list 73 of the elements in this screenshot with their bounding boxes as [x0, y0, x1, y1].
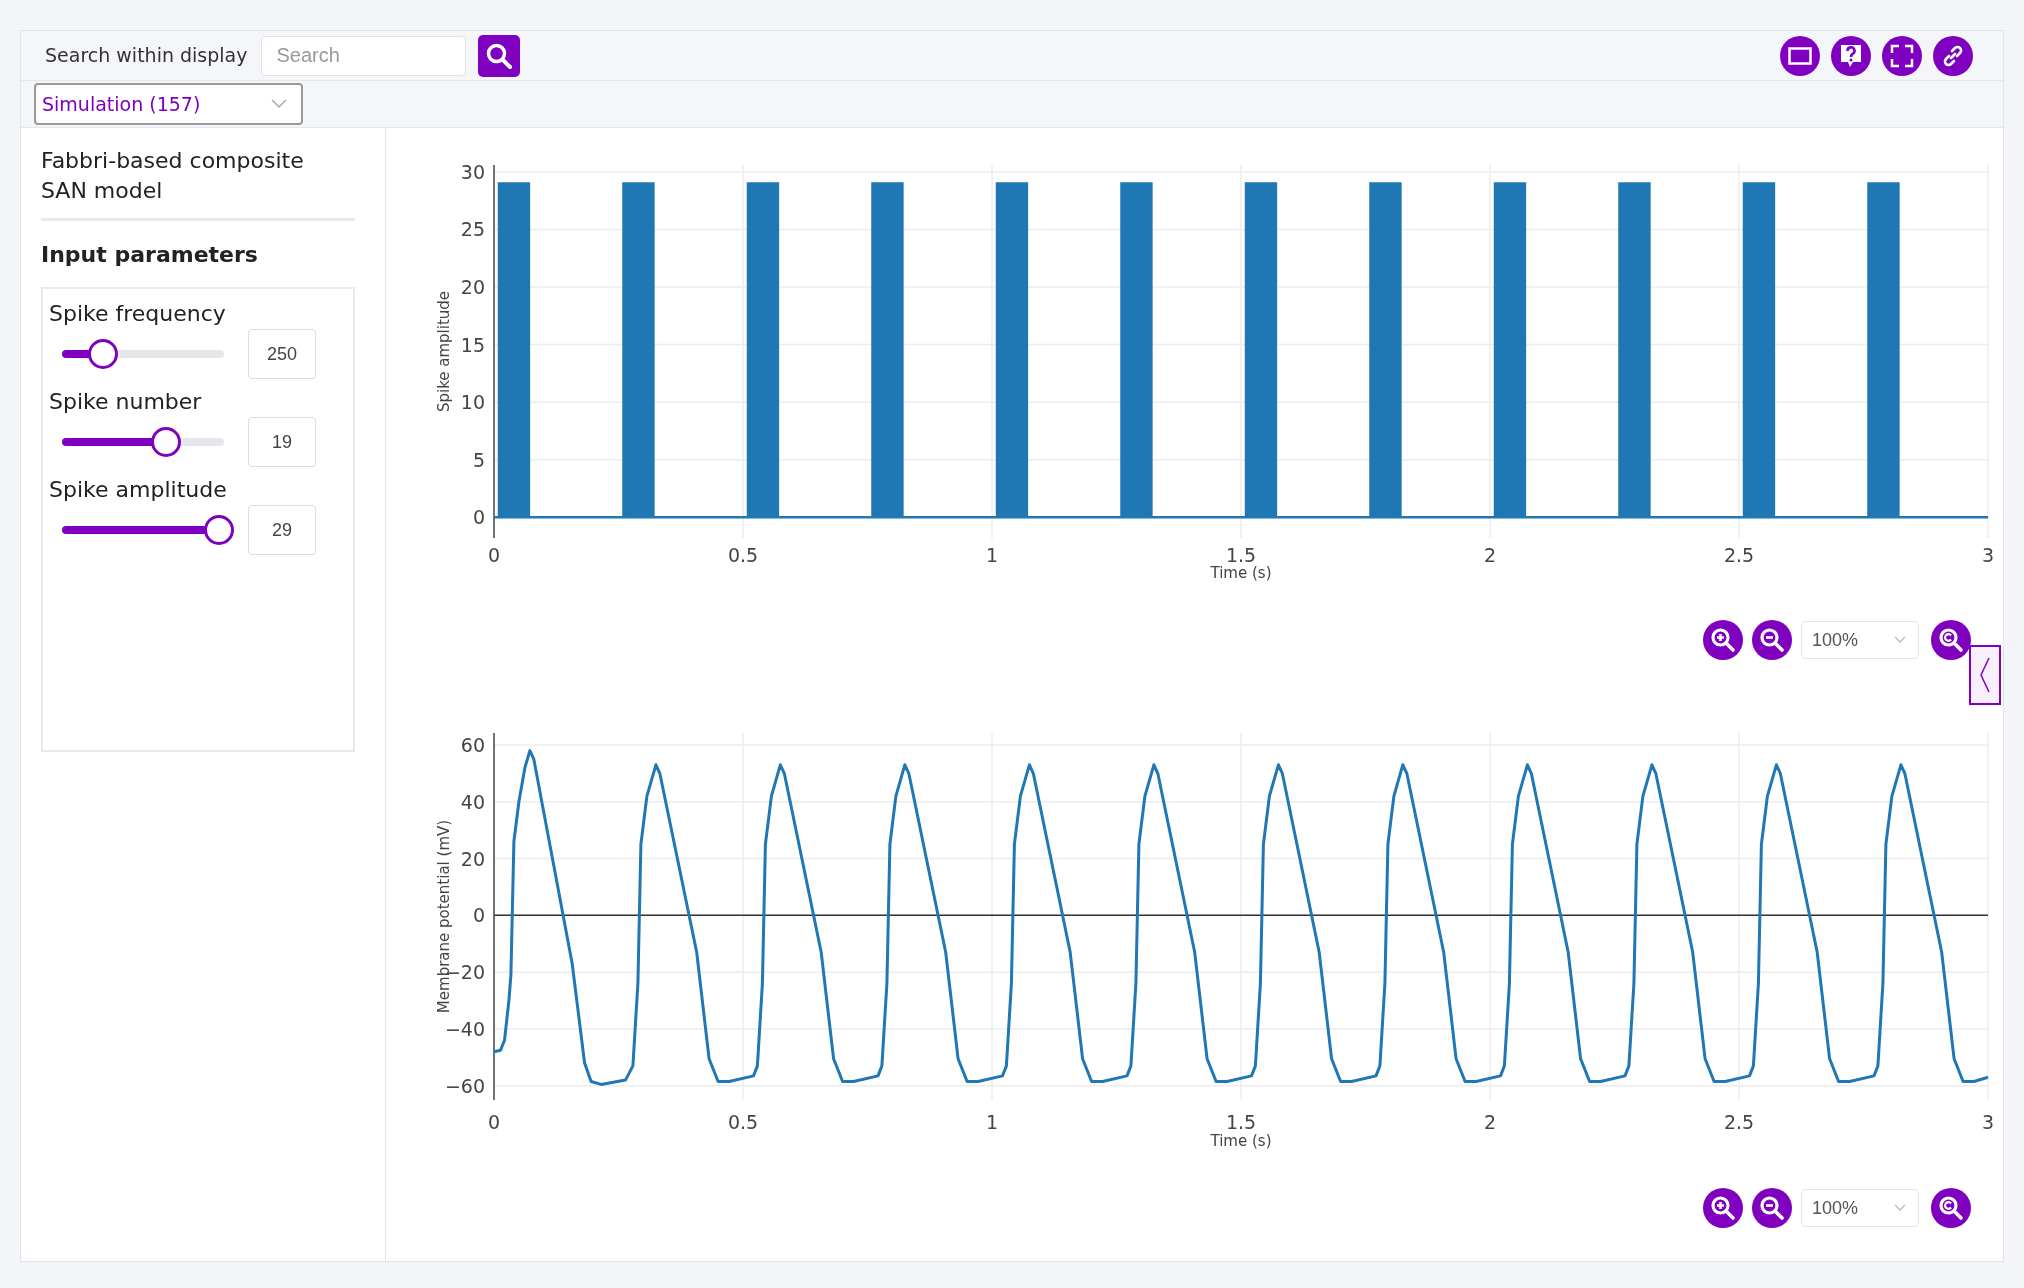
- zoom-in-button[interactable]: [1703, 1188, 1743, 1228]
- fullscreen-button[interactable]: [1882, 35, 1922, 76]
- section-title: Input parameters: [41, 241, 259, 269]
- axis-tick-label: 2: [1483, 1111, 1497, 1133]
- chevron-down-icon: [271, 99, 287, 109]
- simulation-dropdown[interactable]: Simulation (157): [34, 83, 303, 125]
- zoom-out-icon: [1758, 626, 1786, 654]
- axis-tick-label: 3: [1981, 544, 1995, 566]
- axis-tick-label: 1.5: [1225, 544, 1257, 566]
- rectangle-icon: [1788, 46, 1812, 65]
- axis-tick-label: 20: [460, 276, 485, 299]
- number-field[interactable]: 19: [248, 417, 316, 467]
- axis-tick-label: 0: [487, 544, 501, 566]
- axis-tick-label: −60: [444, 1074, 485, 1097]
- reset-zoom-button[interactable]: [1931, 1188, 1971, 1228]
- axis-tick-label: 20: [460, 847, 485, 870]
- reset-zoom-icon: [1937, 1194, 1965, 1222]
- axis-tick-label: 1: [985, 1111, 999, 1133]
- axis-tick-label: 1.5: [1225, 1111, 1257, 1133]
- collapse-panel-button[interactable]: [1969, 645, 2001, 705]
- axis-tick-label: 30: [460, 160, 485, 183]
- chevron-down-icon: [1894, 636, 1906, 644]
- axis-tick-label: 1: [985, 544, 999, 566]
- number-field[interactable]: 29: [248, 505, 316, 555]
- axis-tick-label: 5: [472, 448, 485, 471]
- slider-thumb[interactable]: [87, 339, 118, 369]
- reset-zoom-icon: [1937, 626, 1965, 654]
- help-button[interactable]: [1831, 35, 1871, 76]
- axis-tick-label: 3: [1981, 1111, 1995, 1133]
- chevron-left-icon: [1980, 657, 1990, 693]
- link-icon: [1941, 43, 1965, 68]
- chevron-down-icon: [1894, 1204, 1906, 1212]
- axis-tick-label: 2.5: [1723, 544, 1755, 566]
- axis-title: Time (s): [1210, 564, 1272, 582]
- axis-title: Time (s): [1210, 1132, 1272, 1150]
- search-field[interactable]: Search: [261, 35, 467, 76]
- parameter-label: Spike number: [49, 388, 203, 416]
- axis-tick-label: 15: [460, 333, 485, 356]
- axis-tick-label: 2: [1483, 544, 1497, 566]
- slider-thumb[interactable]: [150, 427, 181, 457]
- zoom-out-icon: [1758, 1194, 1786, 1222]
- slider-thumb[interactable]: [204, 515, 235, 545]
- model-title: Fabbri-based composite SAN model: [41, 146, 355, 221]
- help-icon: [1839, 42, 1863, 69]
- axis-tick-label: 60: [460, 733, 485, 756]
- number-field[interactable]: 250: [248, 329, 316, 379]
- axis-title: Spike amplitude: [435, 290, 453, 413]
- fullscreen-icon: [1890, 43, 1914, 68]
- reset-zoom-button[interactable]: [1931, 620, 1971, 660]
- display-button[interactable]: [1780, 35, 1820, 76]
- zoom-level-dropdown[interactable]: 100%: [1801, 1189, 1919, 1227]
- axis-tick-label: 0: [472, 506, 485, 529]
- search-button[interactable]: [478, 34, 521, 77]
- zoom-out-button[interactable]: [1752, 620, 1792, 660]
- axis-tick-label: 2.5: [1723, 1111, 1755, 1133]
- search-icon: [485, 41, 514, 70]
- axis-tick-label: 0: [487, 1111, 501, 1133]
- zoom-level-dropdown[interactable]: 100%: [1801, 621, 1919, 659]
- axis-tick-label: 40: [460, 790, 485, 813]
- axis-tick-label: −40: [444, 1018, 485, 1040]
- zoom-out-button[interactable]: [1752, 1188, 1792, 1228]
- zoom-in-icon: [1709, 626, 1737, 654]
- axis-tick-label: 0.5: [727, 544, 759, 566]
- zoom-in-button[interactable]: [1703, 620, 1743, 660]
- link-button[interactable]: [1933, 35, 1973, 76]
- parameter-label: Spike frequency: [49, 300, 227, 328]
- axis-tick-label: 10: [460, 391, 485, 414]
- axis-tick-label: 0: [472, 904, 485, 927]
- parameter-label: Spike amplitude: [49, 476, 228, 504]
- search-label: Search within display: [45, 43, 248, 69]
- axis-tick-label: 0.5: [727, 1111, 759, 1133]
- axis-tick-label: 25: [460, 218, 485, 241]
- zoom-in-icon: [1709, 1194, 1737, 1222]
